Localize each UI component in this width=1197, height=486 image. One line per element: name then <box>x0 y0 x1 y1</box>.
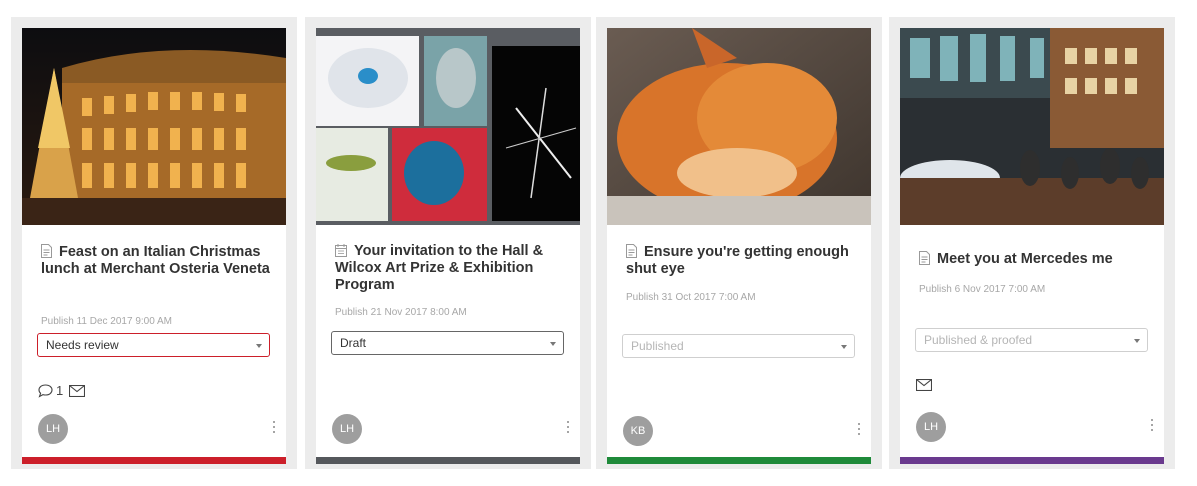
status-dropdown[interactable]: Needs review <box>37 333 270 357</box>
status-value: Needs review <box>46 338 119 352</box>
avatar[interactable]: KB <box>623 416 653 446</box>
status-dropdown[interactable]: Published & proofed <box>915 328 1148 352</box>
status-dropdown[interactable]: Draft <box>331 331 564 355</box>
status-color-bar <box>316 457 580 464</box>
card-title[interactable]: Your invitation to the Hall & Wilcox Art… <box>335 243 564 294</box>
more-options-icon[interactable] <box>566 421 570 435</box>
status-color-bar <box>607 457 871 464</box>
chevron-down-icon <box>1134 339 1140 343</box>
avatar[interactable]: LH <box>332 414 362 444</box>
content-card[interactable]: Ensure you're getting enough shut eye Pu… <box>596 17 882 469</box>
card-thumbnail-mercedes-restaurant[interactable] <box>900 28 1164 225</box>
card-title[interactable]: Meet you at Mercedes me <box>919 251 1148 268</box>
status-color-bar <box>22 457 286 464</box>
document-icon <box>626 244 637 258</box>
card-title-text: Ensure you're getting enough shut eye <box>626 244 849 277</box>
status-value: Published & proofed <box>924 333 1033 347</box>
card-body: Feast on an Italian Christmas lunch at M… <box>22 28 286 464</box>
content-card[interactable]: Meet you at Mercedes me Publish 6 Nov 20… <box>889 17 1175 469</box>
avatar[interactable]: LH <box>38 414 68 444</box>
card-title[interactable]: Feast on an Italian Christmas lunch at M… <box>41 244 270 278</box>
comment-icon[interactable] <box>38 383 53 398</box>
card-title-text: Meet you at Mercedes me <box>937 251 1113 267</box>
publish-date: Publish 6 Nov 2017 7:00 AM <box>919 284 1046 295</box>
card-meta <box>916 379 932 391</box>
card-body: Meet you at Mercedes me Publish 6 Nov 20… <box>900 28 1164 464</box>
card-thumbnail-sleeping-cat[interactable] <box>607 28 871 225</box>
card-body: Your invitation to the Hall & Wilcox Art… <box>316 28 580 464</box>
card-title-text: Feast on an Italian Christmas lunch at M… <box>41 244 270 277</box>
more-options-icon[interactable] <box>857 423 861 437</box>
email-icon[interactable] <box>69 384 86 397</box>
publish-date: Publish 21 Nov 2017 8:00 AM <box>335 307 467 318</box>
status-color-bar <box>900 457 1164 464</box>
card-thumbnail-colosseum[interactable] <box>22 28 286 225</box>
publish-date: Publish 31 Oct 2017 7:00 AM <box>626 292 756 303</box>
card-title-text: Your invitation to the Hall & Wilcox Art… <box>335 243 544 293</box>
calendar-icon <box>335 244 347 257</box>
avatar[interactable]: LH <box>916 412 946 442</box>
card-thumbnail-art-collage[interactable] <box>316 28 580 225</box>
more-options-icon[interactable] <box>272 421 276 435</box>
status-value: Published <box>631 339 684 353</box>
content-card[interactable]: Your invitation to the Hall & Wilcox Art… <box>305 17 591 469</box>
content-card[interactable]: Feast on an Italian Christmas lunch at M… <box>11 17 297 469</box>
chevron-down-icon <box>550 342 556 346</box>
publish-date: Publish 11 Dec 2017 9:00 AM <box>41 316 173 327</box>
document-icon <box>919 251 930 265</box>
chevron-down-icon <box>841 345 847 349</box>
chevron-down-icon <box>256 344 262 348</box>
email-icon[interactable] <box>916 379 932 391</box>
document-icon <box>41 244 52 258</box>
card-body: Ensure you're getting enough shut eye Pu… <box>607 28 871 464</box>
more-options-icon[interactable] <box>1150 419 1154 433</box>
status-value: Draft <box>340 336 367 350</box>
comment-count: 1 <box>56 383 64 398</box>
card-title[interactable]: Ensure you're getting enough shut eye <box>626 244 855 278</box>
card-meta: 1 <box>38 383 86 398</box>
status-dropdown[interactable]: Published <box>622 334 855 358</box>
